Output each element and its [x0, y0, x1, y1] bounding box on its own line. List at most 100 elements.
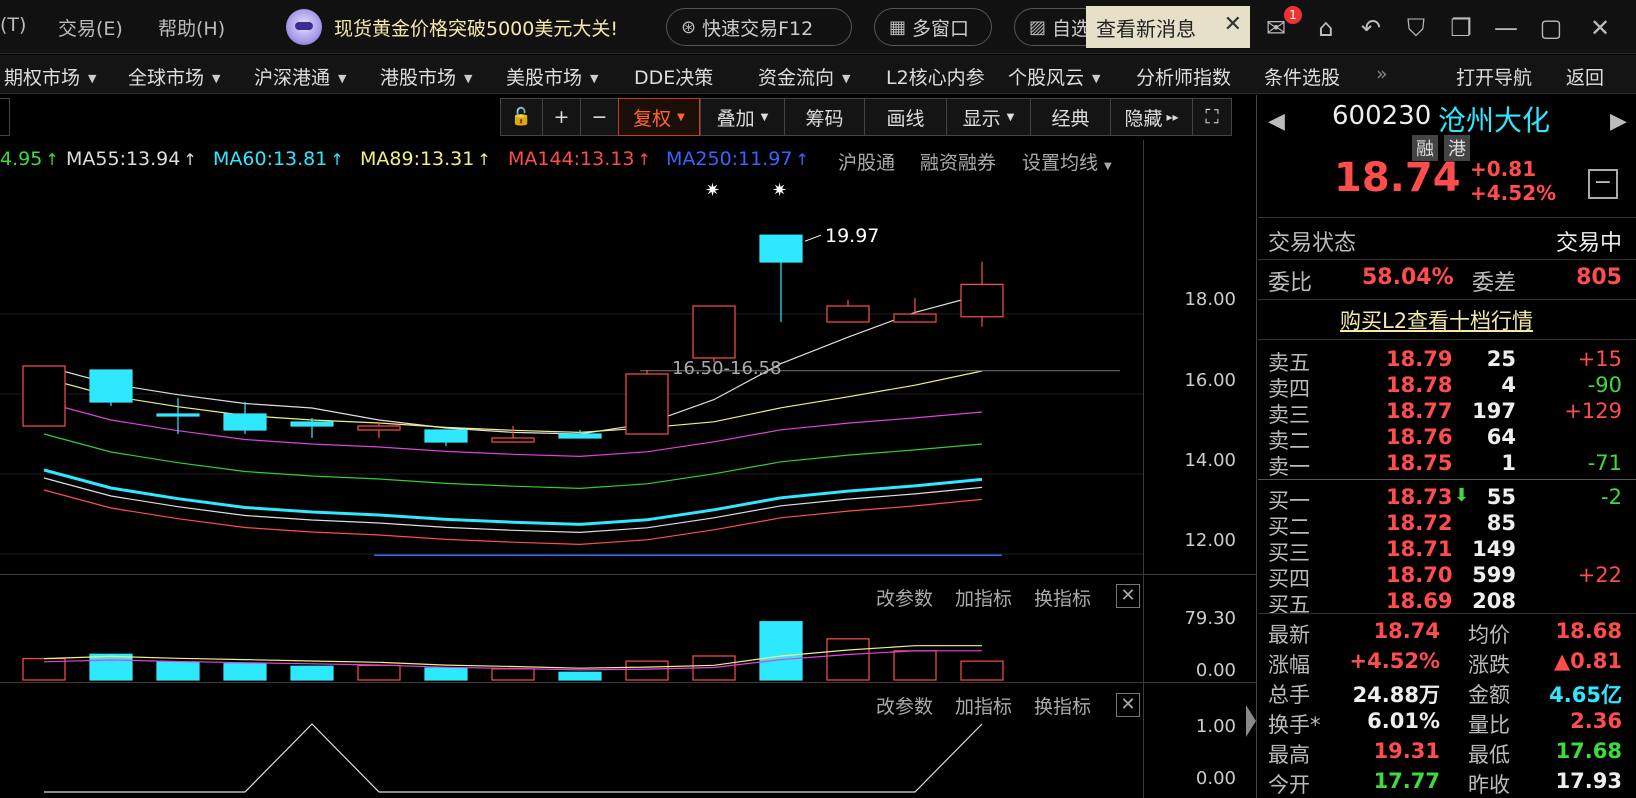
- app-window: (T) 交易(E) 帮助(H) 现货黄金价格突破5000美元大关! ⊛ 快速交易…: [0, 0, 1636, 798]
- menu-trade[interactable]: 交易(E): [58, 14, 123, 41]
- bid-row[interactable]: 买五 18.69 208: [1258, 589, 1636, 617]
- lock-button[interactable]: 🔓: [500, 98, 542, 136]
- coin-icon: ⊛: [681, 16, 697, 38]
- quote-panel: ◀ 600230 沧州大化 ▶ 融 港 18.74 +0.81 +4.52% −…: [1258, 95, 1636, 798]
- ma-label: 4.95: [0, 148, 43, 170]
- classic-label: 经典: [1051, 107, 1090, 130]
- stat-label: 昨收: [1468, 773, 1510, 797]
- bid-row[interactable]: 买四 18.70 599 +22: [1258, 563, 1636, 591]
- candlestick-chart[interactable]: 19.97 ✷ ✷: [0, 176, 1143, 574]
- close-icon[interactable]: ✕: [1224, 12, 1242, 37]
- nav-hk-connect[interactable]: 沪深港通 ▼: [254, 63, 346, 90]
- news-ticker[interactable]: 现货黄金价格突破5000美元大关!: [286, 8, 618, 46]
- stat-label: 最高: [1268, 743, 1310, 767]
- menu-tools[interactable]: (T): [0, 14, 26, 36]
- stat-label: 换手*: [1268, 713, 1321, 737]
- draw-line-label: 画线: [886, 107, 925, 130]
- nav-stock-news[interactable]: 个股风云 ▼: [1008, 63, 1100, 90]
- ask-price: 18.75: [1386, 451, 1453, 475]
- ma-line: [43, 468, 983, 526]
- set-ma-link[interactable]: 设置均线 ▼: [1022, 148, 1112, 175]
- prev-stock-arrow-icon[interactable]: ◀: [1268, 109, 1285, 134]
- close-icon[interactable]: ✕: [1116, 693, 1140, 717]
- switch-indicator-button[interactable]: 换指标: [1034, 692, 1091, 719]
- bid-volume: 149: [1472, 537, 1516, 561]
- add-indicator-button[interactable]: 加指标: [955, 692, 1012, 719]
- buy-l2-link[interactable]: 购买L2查看十档行情: [1340, 305, 1533, 335]
- nav-dde[interactable]: DDE决策: [634, 63, 713, 90]
- plus-icon: +: [553, 106, 570, 128]
- home-icon[interactable]: ⌂: [1310, 12, 1342, 44]
- ask-row[interactable]: 卖五 18.79 25 +15: [1258, 347, 1636, 375]
- zoom-in-button[interactable]: +: [542, 98, 580, 136]
- next-stock-arrow-icon[interactable]: ▶: [1610, 109, 1627, 134]
- window-close-icon[interactable]: ✕: [1584, 12, 1616, 44]
- nav-back[interactable]: 返回: [1566, 63, 1604, 90]
- nav-condition-select[interactable]: 条件选股: [1264, 63, 1340, 90]
- minus-button[interactable]: −: [1588, 169, 1618, 199]
- overlay-button[interactable]: 叠加 ▼: [700, 98, 784, 136]
- margin-link[interactable]: 融资融券: [920, 148, 996, 175]
- ask-row[interactable]: 卖一 18.75 1 -71: [1258, 451, 1636, 479]
- stat-label: 今开: [1268, 773, 1310, 797]
- restore-rights-button[interactable]: 复权 ▼: [618, 98, 700, 136]
- collapse-arrow-icon[interactable]: [1246, 705, 1256, 737]
- up-arrow-icon: ↑: [45, 150, 59, 169]
- robot-icon: [286, 9, 322, 45]
- chips-button[interactable]: 筹码: [784, 98, 864, 136]
- switch-indicator-button[interactable]: 换指标: [1034, 584, 1091, 611]
- chevron-down-icon: ▼: [760, 111, 769, 123]
- nav-fund-flow[interactable]: 资金流向 ▼: [758, 63, 850, 90]
- bid-volume: 55: [1486, 485, 1516, 509]
- new-message-popup[interactable]: 查看新消息 ✕: [1086, 6, 1250, 48]
- price-axis-tick: 18.00: [1184, 289, 1236, 310]
- indicator-chart[interactable]: [0, 718, 1143, 798]
- stat-row: 总手 24.88万 金额 4.65亿: [1258, 679, 1636, 709]
- stat-label: 量比: [1468, 713, 1510, 737]
- ask-row[interactable]: 卖二 18.76 64: [1258, 425, 1636, 453]
- volume-chart[interactable]: [0, 608, 1143, 682]
- nav-open-navigation[interactable]: 打开导航: [1456, 63, 1532, 90]
- bid-row[interactable]: 买一 18.73 ⬇ 55 -2: [1258, 485, 1636, 513]
- ask-row[interactable]: 卖三 18.77 197 +129: [1258, 399, 1636, 427]
- nav-global-market[interactable]: 全球市场 ▼: [128, 63, 220, 90]
- price-range-label: 16.50-16.58: [672, 358, 782, 379]
- draw-line-button[interactable]: 画线: [864, 98, 946, 136]
- add-indicator-button[interactable]: 加指标: [955, 584, 1012, 611]
- change-params-button[interactable]: 改参数: [876, 692, 933, 719]
- news-text[interactable]: 现货黄金价格突破5000美元大关!: [334, 14, 618, 41]
- change-params-button[interactable]: 改参数: [876, 584, 933, 611]
- display-button[interactable]: 显示 ▼: [946, 98, 1030, 136]
- close-icon[interactable]: ✕: [1116, 584, 1140, 608]
- bid-row[interactable]: 买三 18.71 149: [1258, 537, 1636, 565]
- nav-more-icon[interactable]: »: [1376, 63, 1388, 85]
- shirt-icon[interactable]: ⛉: [1400, 12, 1432, 44]
- bid-row[interactable]: 买二 18.72 85: [1258, 511, 1636, 539]
- maximize-icon[interactable]: ▢: [1535, 12, 1567, 44]
- stat-value: 18.68: [1555, 619, 1622, 643]
- classic-button[interactable]: 经典: [1030, 98, 1110, 136]
- stat-label: 涨跌: [1468, 653, 1510, 677]
- fullscreen-button[interactable]: ⛶: [1192, 98, 1232, 136]
- nav-label: 期权市场: [4, 67, 81, 89]
- stat-label: 金额: [1468, 683, 1510, 707]
- price-change: +0.81: [1470, 157, 1537, 181]
- zoom-out-button[interactable]: −: [580, 98, 618, 136]
- volume-bar: [826, 638, 870, 681]
- nav-hk-market[interactable]: 港股市场 ▼: [380, 63, 472, 90]
- undo-icon[interactable]: ↶: [1355, 12, 1387, 44]
- ask-row[interactable]: 卖四 18.78 4 -90: [1258, 373, 1636, 401]
- nav-us-market[interactable]: 美股市场 ▼: [506, 63, 598, 90]
- fast-trade-button[interactable]: ⊛ 快速交易F12: [666, 8, 852, 46]
- multi-window-button[interactable]: ▦ 多窗口: [874, 8, 992, 46]
- new-message-text[interactable]: 查看新消息: [1096, 13, 1196, 42]
- hide-button[interactable]: 隐藏 ▸▸: [1110, 98, 1192, 136]
- menu-help[interactable]: 帮助(H): [158, 14, 225, 41]
- hgt-link[interactable]: 沪股通: [838, 148, 895, 175]
- minimize-icon[interactable]: —: [1490, 12, 1522, 44]
- nav-l2-core[interactable]: L2核心内参: [886, 63, 985, 90]
- nav-options-market[interactable]: 期权市场 ▼: [4, 63, 96, 90]
- restore-window-icon[interactable]: ❐: [1445, 12, 1477, 44]
- trade-status-value: 交易中: [1555, 231, 1622, 256]
- nav-analyst-index[interactable]: 分析师指数: [1136, 63, 1231, 90]
